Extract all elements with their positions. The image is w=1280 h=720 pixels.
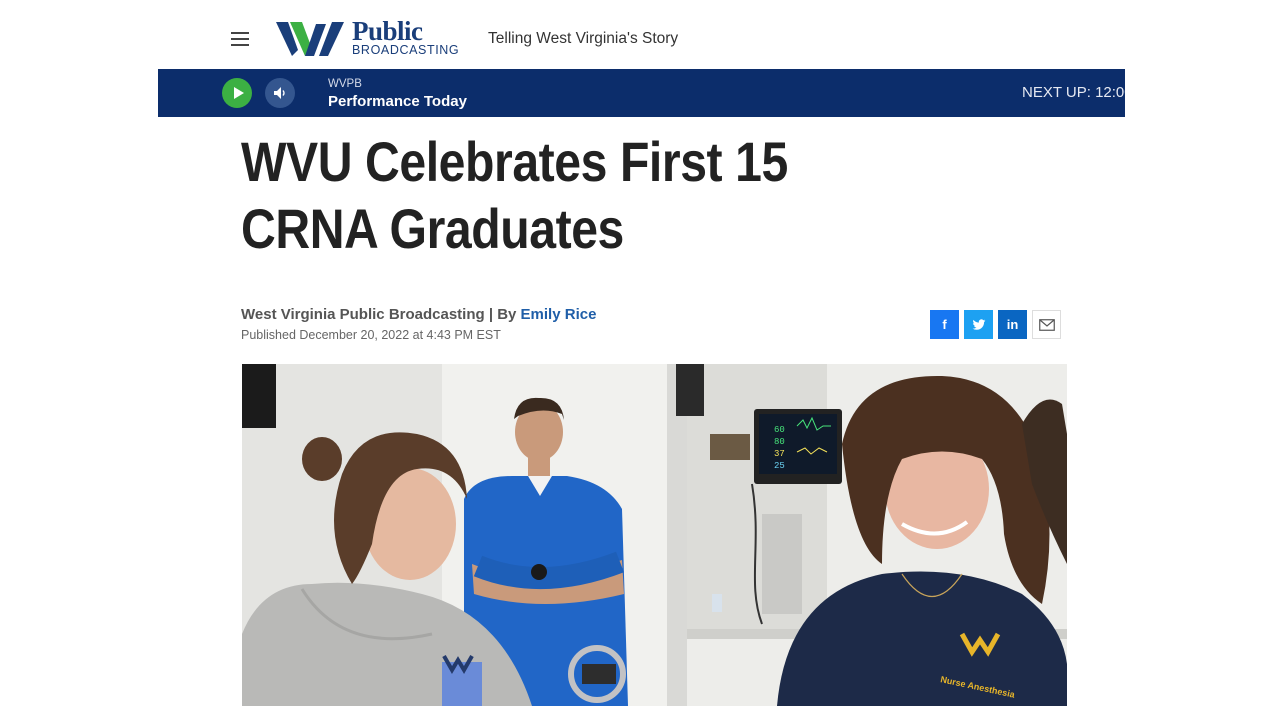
twitter-share-button[interactable] bbox=[964, 310, 993, 339]
monitor-value-4: 25 bbox=[774, 461, 785, 471]
monitor-value-2: 80 bbox=[774, 437, 785, 447]
logo-wordmark: Public bbox=[352, 15, 423, 46]
facebook-share-button[interactable]: f bbox=[930, 310, 959, 339]
logo-subtext: BROADCASTING bbox=[352, 42, 460, 57]
article-photo: 60 80 37 25 Nurse Anesthesia bbox=[242, 364, 1067, 706]
email-share-button[interactable] bbox=[1032, 310, 1061, 339]
byline-source: West Virginia Public Broadcasting | By bbox=[241, 306, 521, 323]
twitter-icon bbox=[972, 318, 985, 330]
author-link[interactable]: Emily Rice bbox=[521, 306, 597, 323]
mail-icon bbox=[1038, 318, 1055, 331]
menu-icon[interactable] bbox=[231, 32, 249, 46]
wv-logo-mark-icon bbox=[276, 22, 344, 56]
facebook-icon: f bbox=[942, 317, 947, 332]
article-byline: West Virginia Public Broadcasting | By E… bbox=[241, 306, 596, 323]
volume-icon bbox=[274, 87, 285, 99]
linkedin-icon: in bbox=[1006, 317, 1019, 332]
linkedin-share-button[interactable]: in bbox=[998, 310, 1027, 339]
station-name: WVPB bbox=[328, 78, 362, 90]
wvpb-logo[interactable]: Public BROADCASTING bbox=[276, 15, 460, 59]
live-player-bar: WVPB Performance Today NEXT UP: 12:00 bbox=[158, 69, 1125, 117]
play-button[interactable] bbox=[222, 78, 252, 108]
next-up-label: NEXT UP: 12:00 bbox=[1022, 84, 1125, 101]
volume-button[interactable] bbox=[265, 78, 295, 108]
monitor-value-3: 37 bbox=[774, 449, 785, 459]
monitor-value-1: 60 bbox=[774, 425, 785, 435]
share-buttons: f in bbox=[930, 310, 1061, 339]
article-headline: WVU Celebrates First 15 CRNA Graduates bbox=[241, 130, 788, 260]
published-date: Published December 20, 2022 at 4:43 PM E… bbox=[241, 328, 501, 342]
site-tagline: Telling West Virginia's Story bbox=[488, 30, 679, 47]
nursing-students-photo: 60 80 37 25 Nurse Anesthesia bbox=[242, 364, 1067, 706]
program-title[interactable]: Performance Today bbox=[328, 93, 467, 110]
